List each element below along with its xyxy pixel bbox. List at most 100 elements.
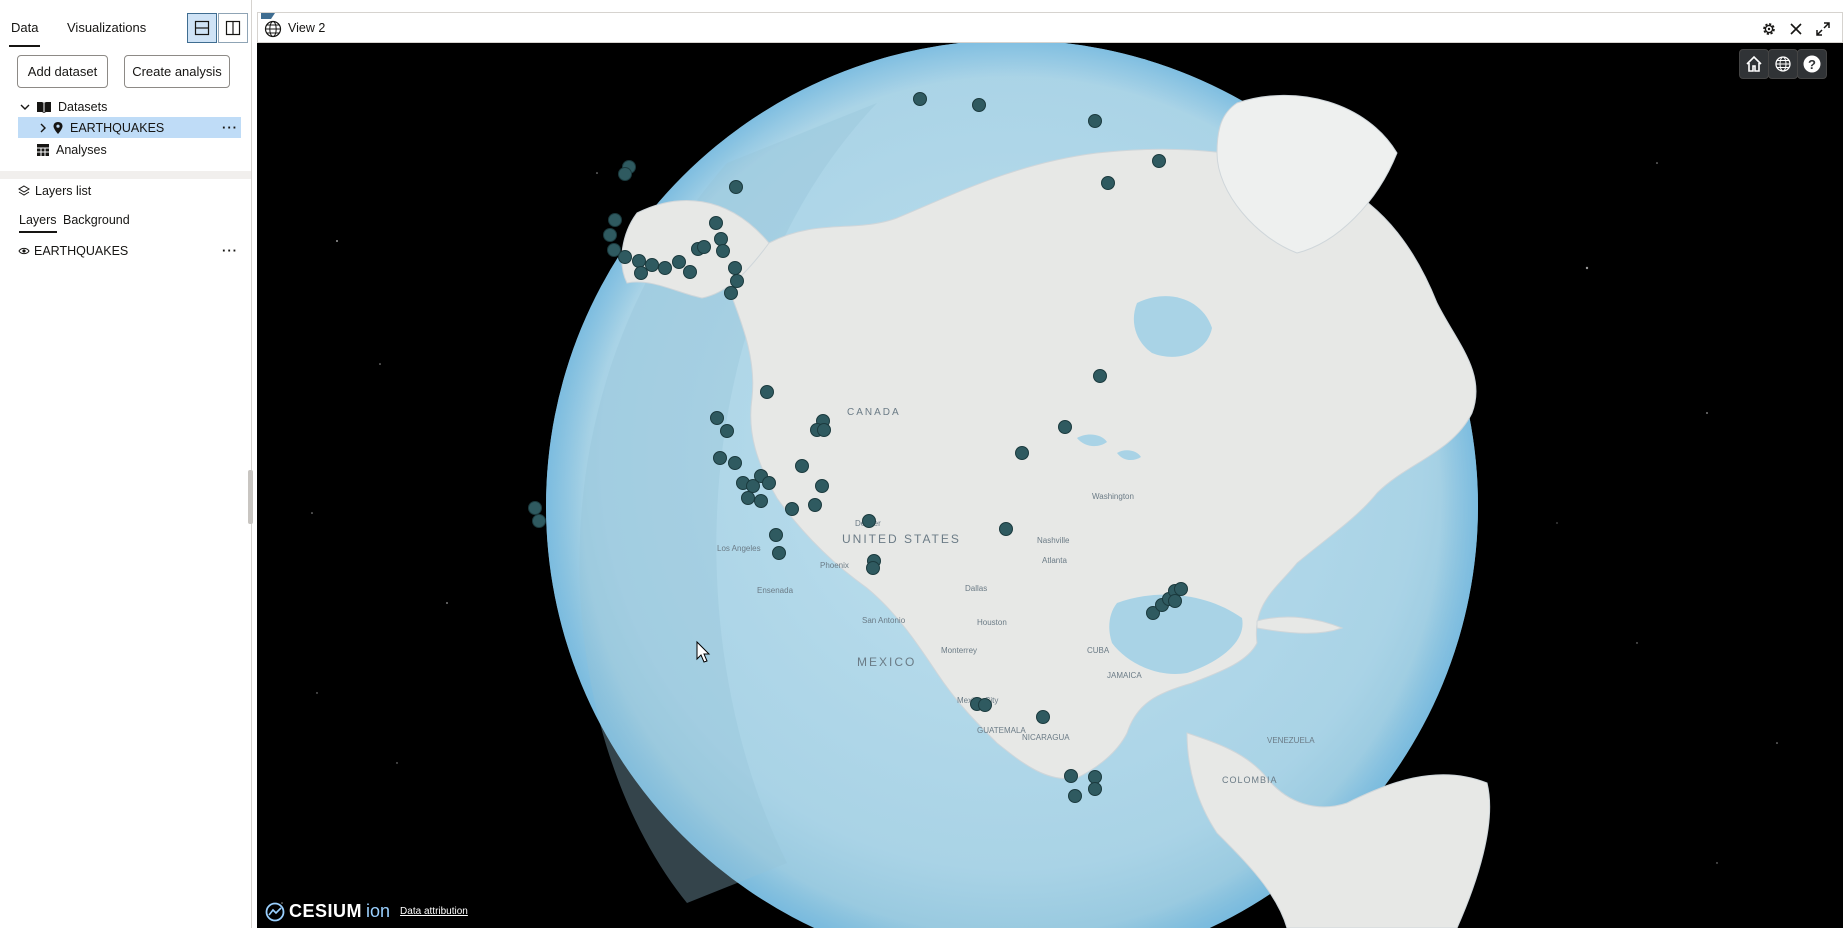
globe-icon xyxy=(262,18,284,40)
chevron-down-icon[interactable] xyxy=(18,100,32,114)
label-nicaragua: NICARAGUA xyxy=(1022,733,1070,742)
side-by-side-layout-icon xyxy=(225,20,241,36)
home-button[interactable] xyxy=(1739,49,1769,79)
add-dataset-button[interactable]: Add dataset xyxy=(17,55,108,88)
earthquake-marker xyxy=(683,265,697,279)
help-button[interactable]: ? xyxy=(1797,49,1827,79)
earthquake-marker xyxy=(978,698,992,712)
label-san-antonio: San Antonio xyxy=(862,616,906,625)
earthquake-marker xyxy=(1058,420,1072,434)
cesium-ion-brand: ion xyxy=(366,901,391,921)
earthquake-marker xyxy=(785,502,799,516)
earthquake-marker xyxy=(618,250,632,264)
chevron-right-icon[interactable] xyxy=(36,121,50,135)
earthquake-marker xyxy=(795,459,809,473)
earthquake-marker xyxy=(728,261,742,275)
home-icon xyxy=(1746,55,1762,72)
eye-icon[interactable] xyxy=(18,246,30,256)
label-cuba: CUBA xyxy=(1087,646,1110,655)
scene-mode-button[interactable] xyxy=(1768,49,1798,79)
earthquake-marker xyxy=(709,216,723,230)
globe-canvas[interactable]: CANADA UNITED STATES MEXICO Los Angeles … xyxy=(257,43,1843,928)
close-icon[interactable] xyxy=(1785,18,1807,40)
earthquake-marker xyxy=(1152,154,1166,168)
create-analysis-button[interactable]: Create analysis xyxy=(124,55,230,88)
earthquake-marker xyxy=(772,546,786,560)
layers-list-header: Layers list xyxy=(18,184,91,198)
earthquake-marker xyxy=(1168,594,1182,608)
earthquake-marker xyxy=(724,286,738,300)
label-los-angeles: Los Angeles xyxy=(717,544,761,553)
view-title: View 2 xyxy=(288,21,326,35)
layers-list-title: Layers list xyxy=(35,184,92,198)
earthquake-marker xyxy=(528,501,542,515)
earthquake-marker xyxy=(1101,176,1115,190)
earthquake-marker xyxy=(1088,770,1102,784)
earthquake-marker xyxy=(1093,369,1107,383)
layers-icon xyxy=(18,185,30,196)
earthquake-marker xyxy=(634,266,648,280)
earthquake-marker xyxy=(1015,446,1029,460)
earthquake-marker xyxy=(913,92,927,106)
tree-datasets[interactable]: Datasets xyxy=(18,96,241,117)
label-houston: Houston xyxy=(977,618,1007,627)
label-venezuela: VENEZUELA xyxy=(1267,736,1315,745)
earthquake-marker xyxy=(999,522,1013,536)
cesium-brand: CESIUM xyxy=(289,901,363,921)
layout-stacked-button[interactable] xyxy=(187,13,217,43)
label-atlanta: Atlanta xyxy=(1042,556,1067,565)
earthquake-marker xyxy=(1036,710,1050,724)
earthquake-marker xyxy=(1088,114,1102,128)
earthquake-marker xyxy=(603,228,617,242)
earthquake-marker xyxy=(714,232,728,246)
tree-item-earthquakes[interactable]: EARTHQUAKES ··· xyxy=(18,117,241,138)
earthquake-marker xyxy=(972,98,986,112)
analyses-label: Analyses xyxy=(56,142,107,157)
earthquake-marker xyxy=(1088,782,1102,796)
expand-icon[interactable] xyxy=(1812,18,1834,40)
earthquake-marker xyxy=(817,423,831,437)
tree-analyses[interactable]: Analyses xyxy=(18,139,241,160)
label-washington: Washington xyxy=(1092,492,1134,501)
earthquake-marker xyxy=(866,561,880,575)
label-phoenix: Phoenix xyxy=(820,561,849,570)
earthquake-marker xyxy=(815,479,829,493)
table-icon xyxy=(37,143,49,156)
gear-icon[interactable] xyxy=(1758,18,1780,40)
datasets-label: Datasets xyxy=(58,99,108,114)
earthquake-marker xyxy=(716,244,730,258)
globe-map[interactable]: CANADA UNITED STATES MEXICO Los Angeles … xyxy=(257,43,1843,928)
layer-more-menu[interactable]: ··· xyxy=(222,243,238,258)
help-icon: ? xyxy=(1803,55,1821,73)
earthquake-marker xyxy=(658,261,672,275)
data-attribution-link[interactable]: Data attribution xyxy=(400,906,468,917)
tab-data[interactable]: Data xyxy=(8,20,41,47)
earthquake-marker xyxy=(762,476,776,490)
label-united-states: UNITED STATES xyxy=(842,532,961,546)
layer-item-earthquakes[interactable]: EARTHQUAKES ··· xyxy=(18,240,241,261)
svg-text:?: ? xyxy=(1808,57,1816,72)
label-dallas: Dallas xyxy=(965,584,987,593)
map-pin-icon xyxy=(53,121,63,134)
earthquake-marker xyxy=(729,180,743,194)
tab-layers[interactable]: Layers xyxy=(19,213,57,233)
map-view: View 2 CANADA UNITED STATES MEXICO Los A… xyxy=(257,12,1843,928)
earthquake-marker xyxy=(730,274,744,288)
label-canada: CANADA xyxy=(847,407,901,418)
earthquake-marker xyxy=(532,514,546,528)
earthquake-marker xyxy=(608,213,622,227)
earthquake-marker xyxy=(1174,582,1188,596)
earthquake-marker xyxy=(1064,769,1078,783)
panel-tabs: Data Visualizations xyxy=(0,0,251,56)
view-header: View 2 xyxy=(257,12,1843,43)
earthquake-marker xyxy=(618,167,632,181)
left-panel: Data Visualizations Add dataset Create a… xyxy=(0,0,253,928)
label-jamaica: JAMAICA xyxy=(1107,671,1142,680)
layout-side-by-side-button[interactable] xyxy=(218,13,248,43)
panel-splitter[interactable] xyxy=(248,470,253,524)
tab-background[interactable]: Background xyxy=(63,213,130,227)
label-mexico: MEXICO xyxy=(857,655,916,669)
tab-visualizations[interactable]: Visualizations xyxy=(67,20,146,35)
book-icon xyxy=(37,101,51,113)
dataset-more-menu[interactable]: ··· xyxy=(222,120,238,135)
